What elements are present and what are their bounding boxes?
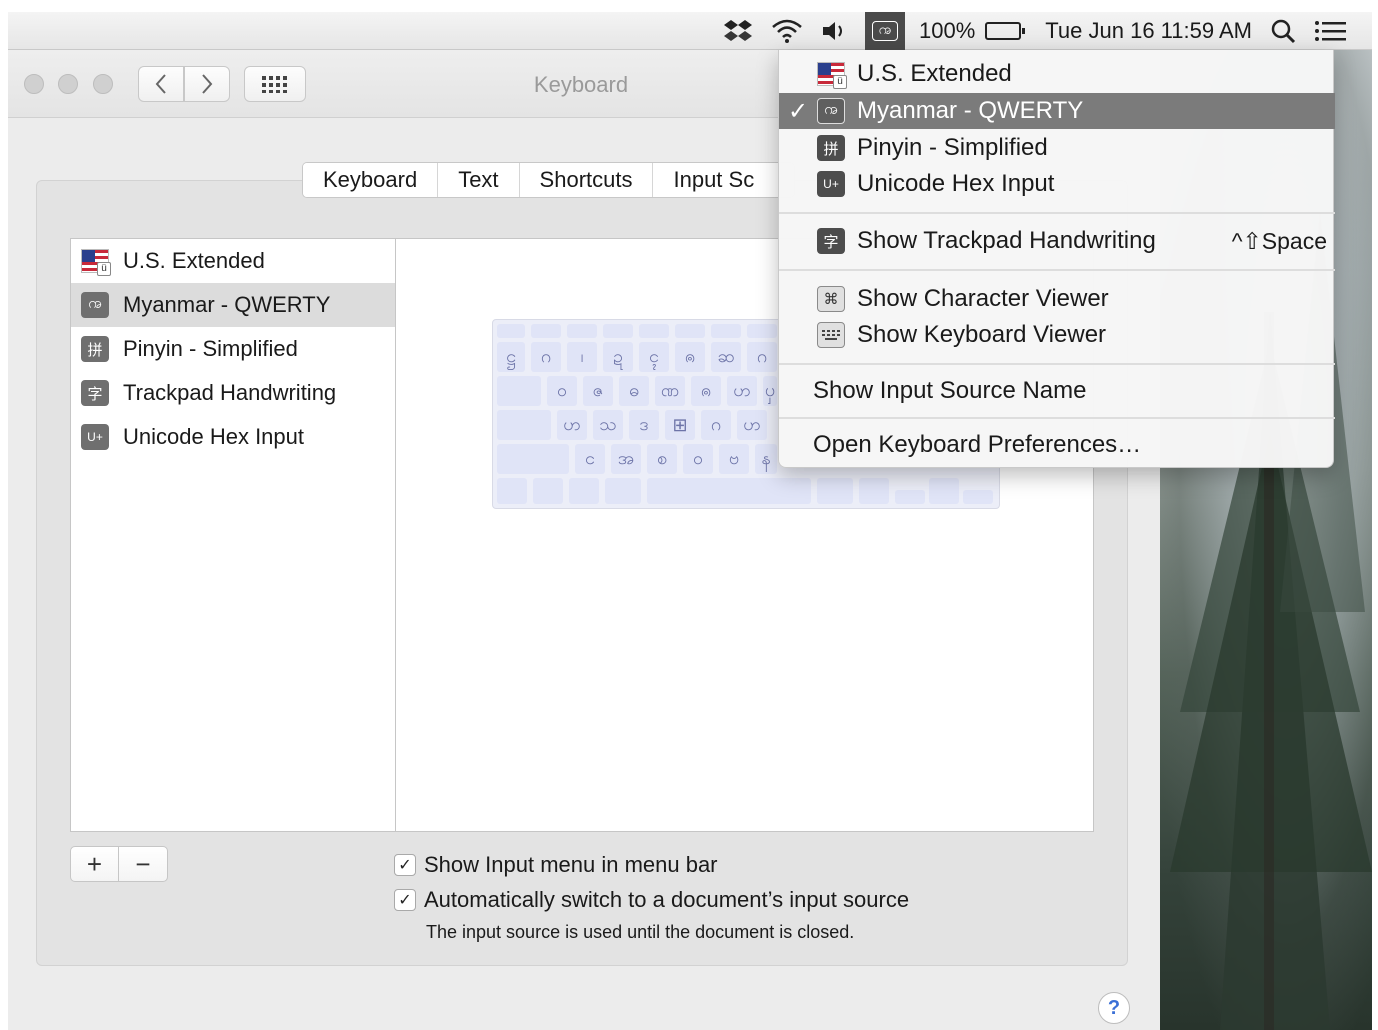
key: ဝ <box>683 444 713 474</box>
tab-shortcuts[interactable]: Shortcuts <box>520 163 654 197</box>
menu-separator <box>779 269 1335 271</box>
keyboard-shortcut: ^⇧Space <box>1231 227 1327 254</box>
key: ဟ <box>737 410 767 440</box>
checkmark-icon: ✓ <box>787 97 809 125</box>
menu-bar: ꩠ 100% Tue Jun 16 11:59 AM <box>8 11 1372 50</box>
key: ဓ <box>619 376 649 406</box>
key: ဝ <box>547 376 577 406</box>
key: ဂ <box>531 342 561 372</box>
menu-item-pinyin[interactable]: 拼 Pinyin - Simplified <box>779 130 1335 166</box>
menu-item-us-extended[interactable]: U.S. Extended <box>779 56 1335 92</box>
menu-separator <box>779 417 1335 419</box>
wifi-icon[interactable] <box>771 12 803 50</box>
menu-item-open-keyboard-prefs[interactable]: Open Keyboard Preferences… <box>779 427 1335 463</box>
help-button[interactable]: ? <box>1098 992 1130 1024</box>
menu-item-trackpad-handwriting[interactable]: 字 Show Trackpad Handwriting ^⇧Space <box>779 223 1335 259</box>
tab-bar: Keyboard Text Shortcuts Input Sc <box>302 162 796 198</box>
key: ၚ <box>639 342 669 372</box>
key: င <box>575 444 605 474</box>
unicode-icon: U+ <box>81 424 109 450</box>
spotlight-icon[interactable] <box>1270 12 1296 50</box>
auto-switch-row[interactable]: ✓ Automatically switch to a document’s i… <box>394 887 909 913</box>
menu-item-show-source-name[interactable]: Show Input Source Name <box>779 373 1335 409</box>
volume-icon[interactable] <box>821 12 847 50</box>
myanmar-icon: ꩠ <box>817 98 845 124</box>
key: ၐ <box>675 342 705 372</box>
key: သ <box>593 410 623 440</box>
character-viewer-icon: ⌘ <box>817 286 845 312</box>
key: ဂ <box>747 342 777 372</box>
input-menu-dropdown: U.S. Extended ✓ ꩠ Myanmar - QWERTY 拼 Pin… <box>778 50 1335 468</box>
menu-separator <box>779 363 1335 365</box>
list-item[interactable]: ꩠ Myanmar - QWERTY <box>71 283 395 327</box>
auto-switch-note: The input source is used until the docum… <box>426 922 855 942</box>
battery-icon[interactable] <box>979 12 1027 50</box>
dropbox-icon[interactable] <box>723 12 753 50</box>
menu-separator <box>779 212 1335 214</box>
key: ၊ <box>567 342 597 372</box>
add-remove-control: + − <box>70 846 168 882</box>
key: န <box>755 444 777 474</box>
input-menu-icon[interactable]: ꩠ <box>865 11 906 50</box>
key: ဗ <box>719 444 749 474</box>
battery-percentage: 100% <box>919 17 976 43</box>
list-item[interactable]: 拼 Pinyin - Simplified <box>71 327 395 371</box>
add-source-button[interactable]: + <box>71 847 120 881</box>
key: ဟ <box>727 376 757 406</box>
key: စ <box>647 444 677 474</box>
clock[interactable]: Tue Jun 16 11:59 AM <box>1045 12 1252 50</box>
menu-item-character-viewer[interactable]: ⌘ Show Character Viewer <box>779 281 1335 317</box>
key: ဇ <box>583 376 613 406</box>
tab-keyboard[interactable]: Keyboard <box>303 163 439 197</box>
list-item[interactable]: 字 Trackpad Handwriting <box>71 371 395 415</box>
input-source-list[interactable]: U.S. Extended ꩠ Myanmar - QWERTY 拼 Pinyi… <box>70 238 396 832</box>
menu-item-unicode-hex[interactable]: U+ Unicode Hex Input <box>779 166 1335 202</box>
key: ၦ <box>763 376 777 406</box>
list-item[interactable]: U.S. Extended <box>71 239 395 283</box>
key: ဍ <box>603 342 633 372</box>
key: ဋ္ဌ <box>497 342 525 372</box>
key: ဟ <box>557 410 587 440</box>
key: ဒ <box>629 410 659 440</box>
myanmar-icon: ꩠ <box>81 292 109 318</box>
us-flag-icon <box>81 249 111 276</box>
us-flag-icon <box>817 62 847 89</box>
show-input-menu-row[interactable]: ✓ Show Input menu in menu bar <box>394 852 718 878</box>
pinyin-icon: 拼 <box>817 135 845 161</box>
key: ဆ <box>711 342 741 372</box>
key: ၐ <box>691 376 721 406</box>
list-item[interactable]: U+ Unicode Hex Input <box>71 415 395 459</box>
key: ⊞ <box>665 410 695 440</box>
keyboard-viewer-icon <box>817 322 845 348</box>
show-input-menu-checkbox[interactable]: ✓ <box>394 854 416 876</box>
tab-text[interactable]: Text <box>438 163 520 197</box>
key: ဂ <box>701 410 731 440</box>
unicode-icon: U+ <box>817 171 845 197</box>
menu-item-keyboard-viewer[interactable]: Show Keyboard Viewer <box>779 317 1335 353</box>
key: အ <box>611 444 641 474</box>
tab-input-sources[interactable]: Input Sc <box>653 163 794 197</box>
handwriting-icon: 字 <box>81 380 109 406</box>
notification-center-icon[interactable] <box>1314 12 1346 50</box>
handwriting-icon: 字 <box>817 228 845 254</box>
remove-source-button[interactable]: − <box>119 847 167 881</box>
auto-switch-checkbox[interactable]: ✓ <box>394 889 416 911</box>
key: ဏ <box>655 376 685 406</box>
menu-item-myanmar-qwerty[interactable]: ✓ ꩠ Myanmar - QWERTY <box>779 93 1335 129</box>
pinyin-icon: 拼 <box>81 336 109 362</box>
